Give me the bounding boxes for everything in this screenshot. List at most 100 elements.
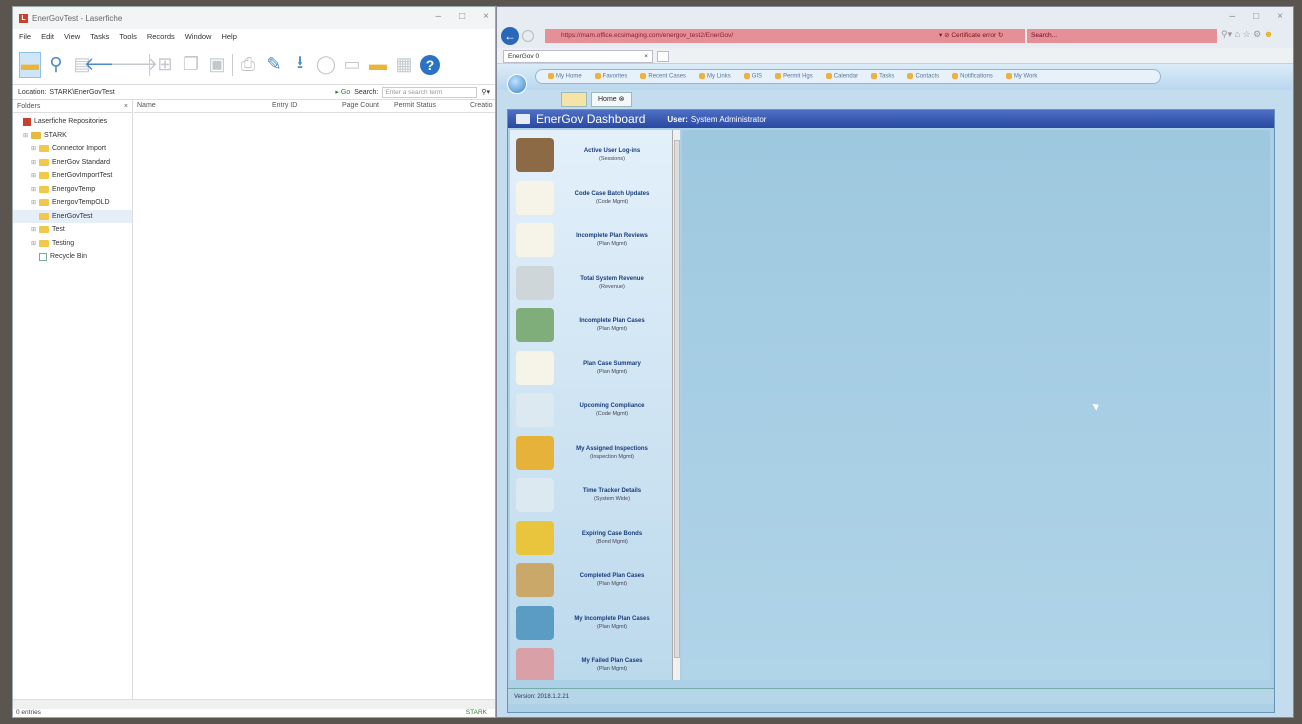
folder-tab-icon[interactable]	[561, 92, 587, 107]
column-creation[interactable]: Creatio	[470, 102, 493, 109]
dashboard-main-area[interactable]	[682, 130, 1270, 680]
maximize-button[interactable]: □	[1253, 11, 1259, 22]
browser-search-input[interactable]: Search...	[1027, 29, 1217, 43]
paste-button[interactable]: ▣	[206, 52, 228, 78]
close-pane-icon[interactable]: ×	[124, 103, 128, 110]
nav-item[interactable]: Tasks	[871, 73, 894, 80]
go-button[interactable]: ▸ Go	[335, 88, 350, 96]
dashboard-widget-item[interactable]: Incomplete Plan Cases (Plan Mgmt)	[510, 304, 670, 346]
tree-item[interactable]: ⊞ EnerGovImportTest	[13, 169, 132, 183]
forward-button[interactable]	[522, 30, 534, 42]
nav-item[interactable]: My Links	[699, 73, 731, 80]
tree-item[interactable]: ⊞ Connector Import	[13, 142, 132, 156]
annotate-button[interactable]: ✎	[263, 52, 285, 78]
tree-item[interactable]: Laserfiche Repositories	[13, 115, 132, 129]
expand-icon[interactable]: ⊞	[31, 159, 39, 166]
dashboard-widget-item[interactable]: My Failed Plan Cases (Plan Mgmt)	[510, 644, 670, 680]
expand-icon[interactable]: ⊞	[31, 199, 39, 206]
dashboard-widget-item[interactable]: Completed Plan Cases (Plan Mgmt)	[510, 559, 670, 601]
widget-subtitle: (Code Mgmt)	[595, 198, 629, 205]
menu-view[interactable]: View	[64, 32, 80, 41]
close-button[interactable]: ×	[1277, 11, 1283, 22]
menu-records[interactable]: Records	[147, 32, 175, 41]
nav-item[interactable]: Contacts	[907, 73, 939, 80]
nav-item[interactable]: My Home	[548, 73, 582, 80]
browser-tab[interactable]: EnerGov 0 ×	[503, 50, 653, 63]
close-tab-icon[interactable]: ×	[644, 51, 648, 62]
menu-help[interactable]: Help	[221, 32, 236, 41]
location-value[interactable]: STARK\EnerGovTest	[49, 89, 114, 96]
dropdown-button[interactable]: ▭	[341, 52, 363, 78]
dashboard-widget-item[interactable]: Upcoming Compliance (Code Mgmt)	[510, 389, 670, 431]
menu-tools[interactable]: Tools	[119, 32, 137, 41]
tree-item[interactable]: ⊞ STARK	[13, 129, 132, 143]
folder-pane-button[interactable]: ▬	[19, 51, 41, 78]
widget-title: Completed Plan Cases	[579, 573, 645, 579]
column-page-count[interactable]: Page Count	[342, 102, 379, 109]
widget-list-scrollbar[interactable]	[672, 130, 680, 680]
folder-browse-button[interactable]: ▬	[367, 52, 389, 78]
expand-icon[interactable]: ⊞	[23, 132, 31, 139]
tree-item[interactable]: ⊞ EnergovTempOLD	[13, 196, 132, 210]
tree-item[interactable]: EnerGovTest	[13, 209, 132, 223]
copy-button[interactable]: ❐	[180, 52, 202, 78]
tab-home[interactable]: Home ⊗	[591, 92, 632, 107]
tree-item[interactable]: ⊞ Testing	[13, 237, 132, 251]
tree-item[interactable]: Recycle Bin	[13, 250, 132, 264]
new-folder-button[interactable]: ⊞	[154, 52, 176, 78]
minimize-button[interactable]: –	[436, 11, 442, 22]
search-options-icon[interactable]: ⚲▾	[481, 88, 490, 96]
search-input[interactable]: Enter a search term	[382, 86, 478, 98]
dashboard-widget-item[interactable]: Expiring Case Bonds (Bond Mgmt)	[510, 517, 670, 559]
nav-item[interactable]: Recent Cases	[640, 73, 686, 80]
pen-icon: ✎	[266, 54, 282, 74]
expand-icon[interactable]: ⊞	[31, 240, 39, 247]
nav-item[interactable]: GIS	[744, 73, 762, 80]
ocr-button[interactable]: ◯	[315, 52, 337, 78]
help-button[interactable]: ?	[419, 52, 441, 78]
import-button[interactable]: ⭳	[289, 52, 311, 78]
dashboard-widget-item[interactable]: Code Case Batch Updates (Code Mgmt)	[510, 177, 670, 219]
expand-icon[interactable]: ⊞	[31, 226, 39, 233]
maximize-button[interactable]: □	[459, 11, 465, 22]
certificate-error-badge[interactable]: ▾ ⊘ Certificate error ↻	[935, 29, 1025, 43]
failed-doc-icon	[516, 648, 554, 680]
dashboard-widget-item[interactable]: Total System Revenue (Revenue)	[510, 262, 670, 304]
tree-item[interactable]: ⊞ EnerGov Standard	[13, 156, 132, 170]
address-bar[interactable]: https://mam.office.ecsimaging.com/energo…	[545, 29, 935, 43]
nav-item[interactable]: Notifications	[952, 73, 993, 80]
nav-item[interactable]: Permit Hgs	[775, 73, 813, 80]
scan-button[interactable]: ⎙	[237, 52, 259, 78]
menu-tasks[interactable]: Tasks	[90, 32, 109, 41]
dashboard-widget-item[interactable]: Time Tracker Details (System Wide)	[510, 474, 670, 516]
forward-button[interactable]: 🡒	[110, 52, 158, 78]
dashboard-widget-item[interactable]: Plan Case Summary (Plan Mgmt)	[510, 347, 670, 389]
dashboard-widget-item[interactable]: My Incomplete Plan Cases (Plan Mgmt)	[510, 602, 670, 644]
browser-toolbar-icons[interactable]: ⚲▾ ⌂ ☆ ⚙ ☻	[1221, 29, 1273, 40]
energov-orb-icon[interactable]	[507, 74, 527, 94]
column-entry-id[interactable]: Entry ID	[272, 102, 297, 109]
search-button[interactable]: ⚲	[45, 52, 67, 78]
new-tab-button[interactable]	[657, 51, 669, 62]
column-name[interactable]: Name	[137, 102, 156, 109]
tree-item[interactable]: ⊞ EnergovTemp	[13, 183, 132, 197]
dashboard-widget-item[interactable]: My Assigned Inspections (Inspection Mgmt)	[510, 432, 670, 474]
expand-icon[interactable]: ⊞	[31, 172, 39, 179]
view-mode-button[interactable]: ▦	[393, 52, 415, 78]
dashboard-widget-item[interactable]: Active User Log-ins (Sessions)	[510, 134, 670, 176]
tree-item[interactable]: ⊞ Test	[13, 223, 132, 237]
column-permit-status[interactable]: Permit Status	[394, 102, 436, 109]
nav-item[interactable]: My Work	[1006, 73, 1038, 80]
close-button[interactable]: ×	[483, 11, 489, 22]
back-button[interactable]: ←	[501, 27, 519, 45]
menu-file[interactable]: File	[19, 32, 31, 41]
nav-item[interactable]: Favorites	[595, 73, 628, 80]
minimize-button[interactable]: –	[1230, 11, 1236, 22]
expand-icon[interactable]: ⊞	[31, 186, 39, 193]
dashboard-widget-item[interactable]: Incomplete Plan Reviews (Plan Mgmt)	[510, 219, 670, 261]
expand-icon[interactable]: ⊞	[31, 145, 39, 152]
menu-window[interactable]: Window	[185, 32, 212, 41]
horizontal-scrollbar[interactable]	[13, 699, 495, 709]
nav-item[interactable]: Calendar	[826, 73, 858, 80]
menu-edit[interactable]: Edit	[41, 32, 54, 41]
